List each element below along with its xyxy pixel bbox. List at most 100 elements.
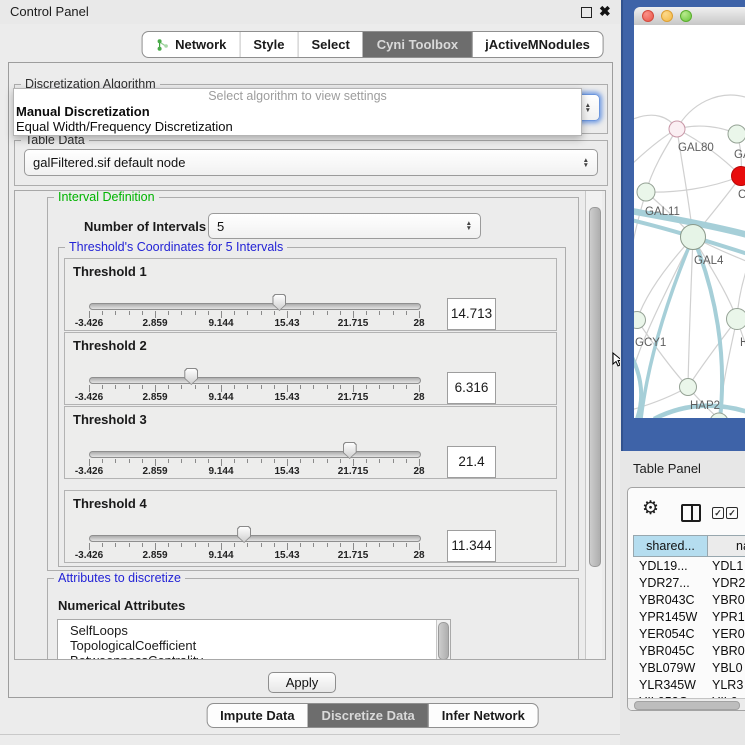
numerical-attributes-list[interactable]: SelfLoopsTopologicalCoefficientBetweenne… [57, 619, 451, 660]
threshold-1-slider-track[interactable] [89, 303, 421, 310]
settings-vertical-scrollbar[interactable] [585, 191, 602, 659]
table-data-value: galFiltered.sif default node [33, 155, 185, 170]
threshold-3-value-field[interactable]: 21.4 [447, 446, 496, 478]
cell-shared-name[interactable]: YDR27... [633, 575, 708, 592]
close-traffic-icon[interactable] [642, 10, 654, 22]
minimize-traffic-icon[interactable] [661, 10, 673, 22]
interval-definition-title: Interval Definition [54, 190, 159, 204]
tab-discretize-data[interactable]: Discretize Data [308, 704, 428, 727]
cell-name[interactable]: YBL0 [708, 660, 745, 677]
slider-tick-label: 21.715 [338, 466, 369, 477]
network-canvas[interactable]: GAL80 GA C GAL11 GAL4 GCY1 H HAP2 [634, 25, 745, 418]
cell-name[interactable]: YBR0 [708, 643, 745, 660]
slider-tick [327, 311, 328, 315]
cell-shared-name[interactable]: YBR045C [633, 643, 708, 660]
table-row[interactable]: YDR27...YDR2 [633, 575, 745, 592]
column-header-shared-name[interactable]: shared... [633, 535, 708, 557]
number-of-intervals-combobox[interactable]: 5 ▲▼ [208, 213, 481, 239]
scrollbar-thumb[interactable] [634, 701, 740, 710]
slider-tick-label: 28 [413, 318, 424, 329]
threshold-2-value-field[interactable]: 6.316 [447, 372, 496, 404]
slider-tick [102, 311, 103, 315]
algorithm-option-manual[interactable]: Manual Discretization [14, 104, 581, 119]
slider-tick [353, 311, 354, 318]
tab-network[interactable]: Network [142, 32, 239, 57]
node-top-right[interactable] [728, 125, 745, 143]
slider-tick [142, 385, 143, 389]
slider-tick [155, 385, 156, 392]
slider-tick [287, 543, 288, 550]
gear-icon[interactable]: ⚙ [642, 497, 659, 520]
node-gcy1[interactable] [634, 312, 646, 329]
checkbox-icon[interactable]: ✓ [712, 507, 724, 519]
cell-shared-name[interactable]: YDL19... [633, 558, 708, 575]
float-window-icon[interactable] [581, 7, 592, 18]
slider-tick [406, 543, 407, 547]
algorithm-hint-item[interactable]: Select algorithm to view settings [14, 89, 581, 104]
tab-impute-data[interactable]: Impute Data [207, 704, 307, 727]
cell-shared-name[interactable]: YER054C [633, 626, 708, 643]
table-row[interactable]: YER054CYER0 [633, 626, 745, 643]
cell-name[interactable]: YDL1 [708, 558, 745, 575]
tab-cyni-toolbox[interactable]: Cyni Toolbox [363, 32, 471, 57]
panel-bottom-divider [0, 734, 620, 735]
cell-shared-name[interactable]: YBL079W [633, 660, 708, 677]
threshold-4-slider-track[interactable] [89, 535, 421, 542]
threshold-3-slider-track[interactable] [89, 451, 421, 458]
slider-tick [181, 311, 182, 315]
cell-shared-name[interactable]: YLR345W [633, 677, 708, 694]
slider-tick [419, 385, 420, 392]
node-gal4[interactable] [681, 225, 706, 250]
attribute-list-item[interactable]: SelfLoops [58, 623, 450, 638]
table-panel-title: Table Panel [633, 461, 701, 476]
threshold-1-value-field[interactable]: 14.713 [447, 298, 496, 330]
columns-icon[interactable] [681, 504, 701, 522]
column-header-name[interactable]: na [708, 535, 745, 557]
label-gcy1: GCY1 [635, 337, 666, 349]
table-row[interactable]: YLR345WYLR3 [633, 677, 745, 694]
table-data-combobox[interactable]: galFiltered.sif default node ▲▼ [24, 149, 598, 176]
cyni-mode-tab-bar: Impute Data Discretize Data Infer Networ… [206, 703, 539, 728]
cell-name[interactable]: YLR3 [708, 677, 745, 694]
table-row[interactable]: YDL19...YDL1 [633, 558, 745, 575]
apply-button[interactable]: Apply [268, 672, 336, 693]
table-row[interactable]: YBL079WYBL0 [633, 660, 745, 677]
zoom-traffic-icon[interactable] [680, 10, 692, 22]
node-gal11[interactable] [637, 183, 655, 201]
threshold-2-slider-track[interactable] [89, 377, 421, 384]
tab-jactivemnodules[interactable]: jActiveMNodules [471, 32, 603, 57]
tab-network-label: Network [175, 37, 226, 52]
slider-tick [195, 385, 196, 389]
scrollbar-thumb[interactable] [589, 207, 601, 567]
node-gal80[interactable] [669, 121, 685, 137]
cell-shared-name[interactable]: YBR043C [633, 592, 708, 609]
tab-infer-network[interactable]: Infer Network [428, 704, 538, 727]
tab-style[interactable]: Style [239, 32, 297, 57]
attribute-list-item[interactable]: TopologicalCoefficient [58, 638, 450, 653]
slider-tick-label: 9.144 [208, 466, 233, 477]
cell-name[interactable]: YER0 [708, 626, 745, 643]
slider-tick-label: 15.43 [274, 550, 299, 561]
table-row[interactable]: YPR145WYPR1 [633, 609, 745, 626]
checkbox-icon[interactable]: ✓ [726, 507, 738, 519]
table-row[interactable]: YBR043CYBR0 [633, 592, 745, 609]
tab-select[interactable]: Select [297, 32, 362, 57]
table-row[interactable]: YBR045CYBR0 [633, 643, 745, 660]
algorithm-option-equal-width[interactable]: Equal Width/Frequency Discretization [14, 119, 581, 134]
cell-name[interactable]: YDR2 [708, 575, 745, 592]
threshold-4-value-field[interactable]: 11.344 [447, 530, 496, 562]
network-window-titlebar[interactable] [634, 7, 745, 26]
slider-tick [129, 385, 130, 389]
slider-tick [366, 311, 367, 315]
node-hap2[interactable] [680, 379, 697, 396]
attribute-list-item[interactable]: BetweennessCentrality [58, 653, 450, 660]
node-right-h[interactable] [727, 309, 745, 330]
attributes-list-scrollbar[interactable] [436, 620, 450, 660]
cell-name[interactable]: YPR1 [708, 609, 745, 626]
network-window-frame[interactable]: GAL80 GA C GAL11 GAL4 GCY1 H HAP2 [621, 0, 745, 451]
table-horizontal-scrollbar[interactable] [628, 698, 745, 710]
close-icon[interactable]: ✖ [599, 3, 611, 20]
cell-shared-name[interactable]: YPR145W [633, 609, 708, 626]
cell-name[interactable]: YBR0 [708, 592, 745, 609]
slider-tick [406, 385, 407, 389]
